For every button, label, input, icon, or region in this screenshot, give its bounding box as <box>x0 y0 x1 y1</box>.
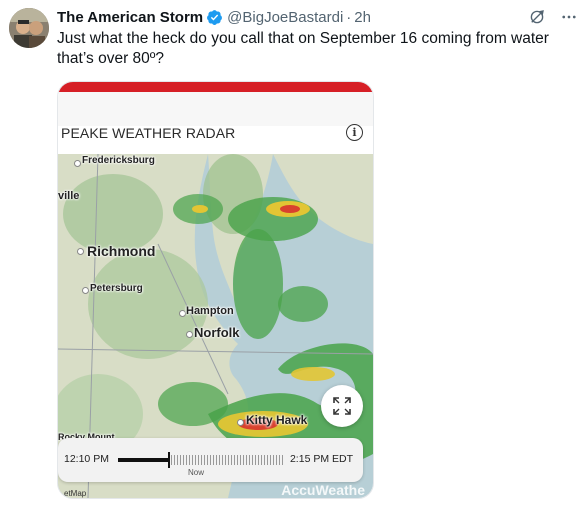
accuweather-watermark: AccuWeathe <box>281 482 365 498</box>
map-label-kitty-hawk: Kitty Hawk <box>246 413 308 427</box>
timeline-progress-fill <box>118 458 168 462</box>
timeline-handle[interactable] <box>168 452 170 468</box>
post-header: The American Storm @BigJoeBastardi · 2h <box>57 7 371 27</box>
timeline-ticks <box>171 455 283 465</box>
timeline-end-time: 2:15 PM EDT <box>289 453 353 465</box>
post-media[interactable]: PEAKE WEATHER RADAR i Fredericksburg vil… <box>57 81 374 499</box>
verified-icon <box>206 9 223 26</box>
avatar[interactable] <box>9 8 49 48</box>
author-handle[interactable]: @BigJoeBastardi <box>227 9 343 26</box>
map-label-richmond: Richmond <box>87 243 156 259</box>
info-icon[interactable]: i <box>346 124 363 141</box>
map-dot <box>74 160 81 167</box>
radar-title: PEAKE WEATHER RADAR <box>61 125 236 141</box>
map-dot <box>186 331 193 338</box>
app-header-bg <box>58 92 373 126</box>
map-label-norfolk: Norfolk <box>194 325 240 340</box>
post-time[interactable]: 2h <box>354 9 371 26</box>
timeline-start-time: 12:10 PM <box>64 453 109 465</box>
more-options-icon[interactable] <box>560 8 578 26</box>
post-text: Just what the heck do you call that on S… <box>57 30 549 67</box>
map-label-ville: ville <box>58 190 80 202</box>
grok-icon[interactable] <box>528 8 546 26</box>
header-actions <box>528 8 578 26</box>
map-attribution: etMap <box>64 489 87 498</box>
app-top-bar <box>58 82 373 92</box>
author-name[interactable]: The American Storm <box>57 9 203 26</box>
map-label-petersburg: Petersburg <box>90 283 143 294</box>
map-label-hampton: Hampton <box>186 305 234 317</box>
map-dot <box>237 419 244 426</box>
timeline-now-label: Now <box>188 468 205 477</box>
map-dot <box>82 287 89 294</box>
timeline-track[interactable] <box>118 452 283 468</box>
separator: · <box>346 8 352 26</box>
expand-icon[interactable] <box>321 385 363 427</box>
map-dot <box>77 248 84 255</box>
map-dot <box>179 310 186 317</box>
radar-timeline[interactable]: 12:10 PM Now 2:15 PM EDT <box>58 438 363 482</box>
map-label-fredericksburg: Fredericksburg <box>82 155 155 166</box>
